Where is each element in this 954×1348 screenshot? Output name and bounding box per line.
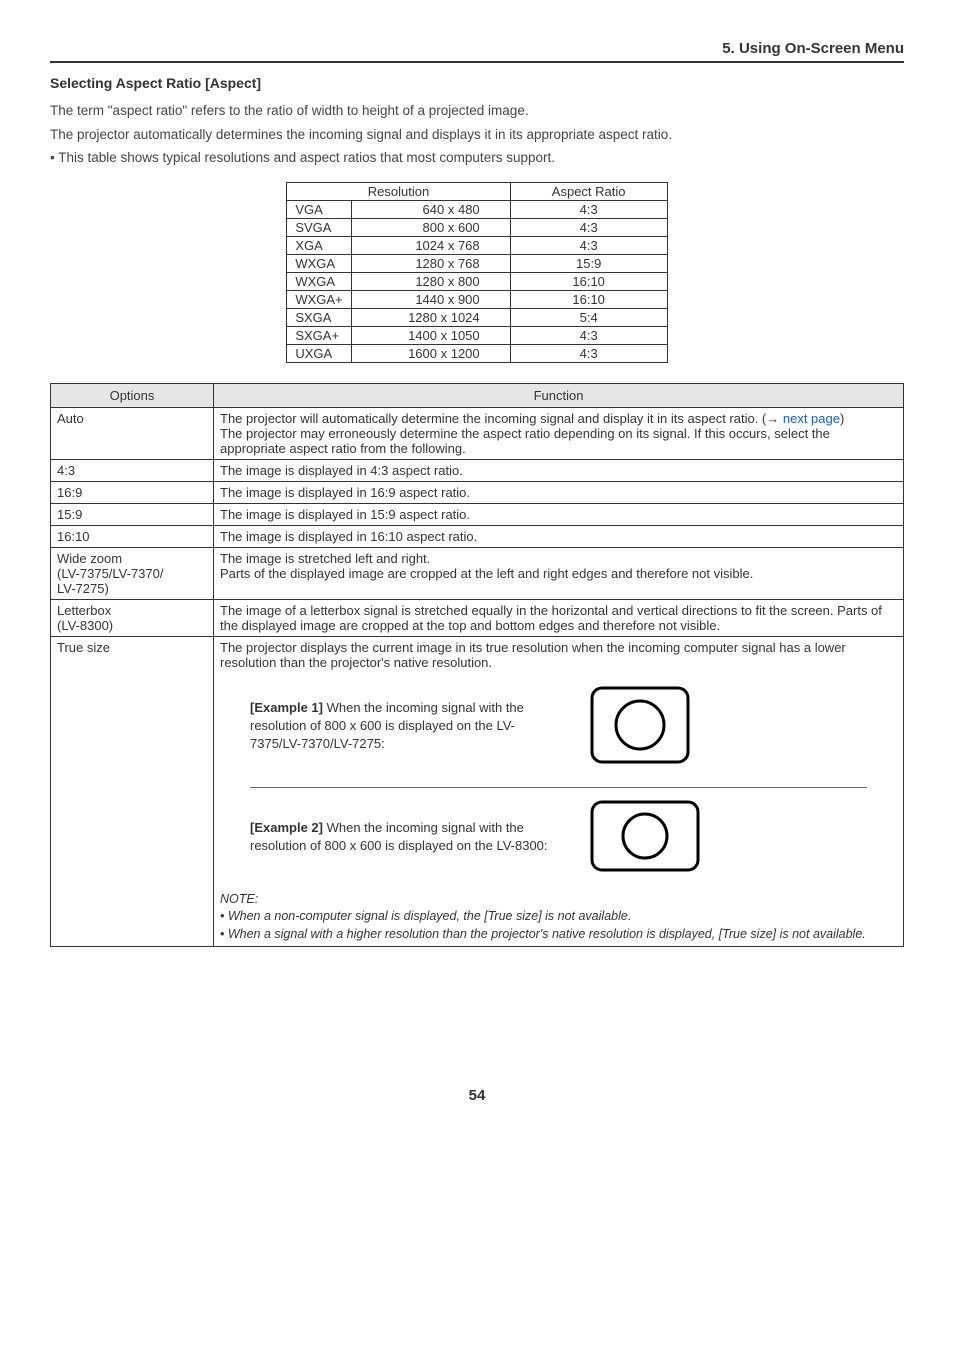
table-row: WXGA1280 x 80016:10 (287, 272, 667, 290)
table-row: 16:9The image is displayed in 16:9 aspec… (51, 481, 904, 503)
table-row: XGA1024 x 7684:3 (287, 236, 667, 254)
table-row: True size The projector displays the cur… (51, 636, 904, 947)
opt-widezoom: Wide zoom (LV-7375/LV-7370/ LV-7275) (51, 547, 214, 599)
intro-p2: The projector automatically determines t… (50, 125, 904, 145)
resolution-table: Resolution Aspect Ratio VGA640 x 4804:3 … (286, 182, 667, 363)
table-row: 15:9The image is displayed in 15:9 aspec… (51, 503, 904, 525)
example2-diagram-icon (590, 800, 700, 875)
table-row: Wide zoom (LV-7375/LV-7370/ LV-7275) The… (51, 547, 904, 599)
opt-letterbox: Letterbox (LV-8300) (51, 599, 214, 636)
table-row: VGA640 x 4804:3 (287, 200, 667, 218)
section-header: 5. Using On-Screen Menu (50, 40, 904, 63)
next-page-link[interactable]: next page (783, 411, 840, 426)
table-row: WXGA1280 x 76815:9 (287, 254, 667, 272)
col-function: Function (214, 383, 904, 407)
table-row: Options Function (51, 383, 904, 407)
intro-p1: The term "aspect ratio" refers to the ra… (50, 101, 904, 121)
opt-truesize: True size (51, 636, 214, 947)
table-row: WXGA+1440 x 90016:10 (287, 290, 667, 308)
opt-auto: Auto (51, 407, 214, 459)
intro-p3: • This table shows typical resolutions a… (50, 148, 904, 168)
table-row: SVGA800 x 6004:3 (287, 218, 667, 236)
table-row: 16:10The image is displayed in 16:10 asp… (51, 525, 904, 547)
table-row: Letterbox (LV-8300) The image of a lette… (51, 599, 904, 636)
table-row: SXGA+1400 x 10504:3 (287, 326, 667, 344)
options-table: Options Function Auto The projector will… (50, 383, 904, 948)
table-row: SXGA1280 x 10245:4 (287, 308, 667, 326)
example1-diagram-icon (590, 686, 690, 767)
table-row: 4:3The image is displayed in 4:3 aspect … (51, 459, 904, 481)
table-row: Resolution Aspect Ratio (287, 182, 667, 200)
page-number: 54 (50, 1087, 904, 1104)
fn-truesize: The projector displays the current image… (214, 636, 904, 947)
col-resolution: Resolution (287, 182, 510, 200)
fn-widezoom: The image is stretched left and right. P… (214, 547, 904, 599)
fn-letterbox: The image of a letterbox signal is stret… (214, 599, 904, 636)
example-2: [Example 2] When the incoming signal wit… (220, 794, 897, 887)
fn-auto: The projector will automatically determi… (214, 407, 904, 459)
example-1: [Example 1] When the incoming signal wit… (220, 680, 897, 779)
section-title: 5. Using On-Screen Menu (722, 40, 904, 57)
table-row: UXGA1600 x 12004:3 (287, 344, 667, 362)
table-row: Auto The projector will automatically de… (51, 407, 904, 459)
note-block: NOTE: • When a non-computer signal is di… (220, 887, 897, 944)
example-divider (250, 787, 867, 788)
page-heading: Selecting Aspect Ratio [Aspect] (50, 75, 904, 91)
col-aspect: Aspect Ratio (510, 182, 667, 200)
col-options: Options (51, 383, 214, 407)
